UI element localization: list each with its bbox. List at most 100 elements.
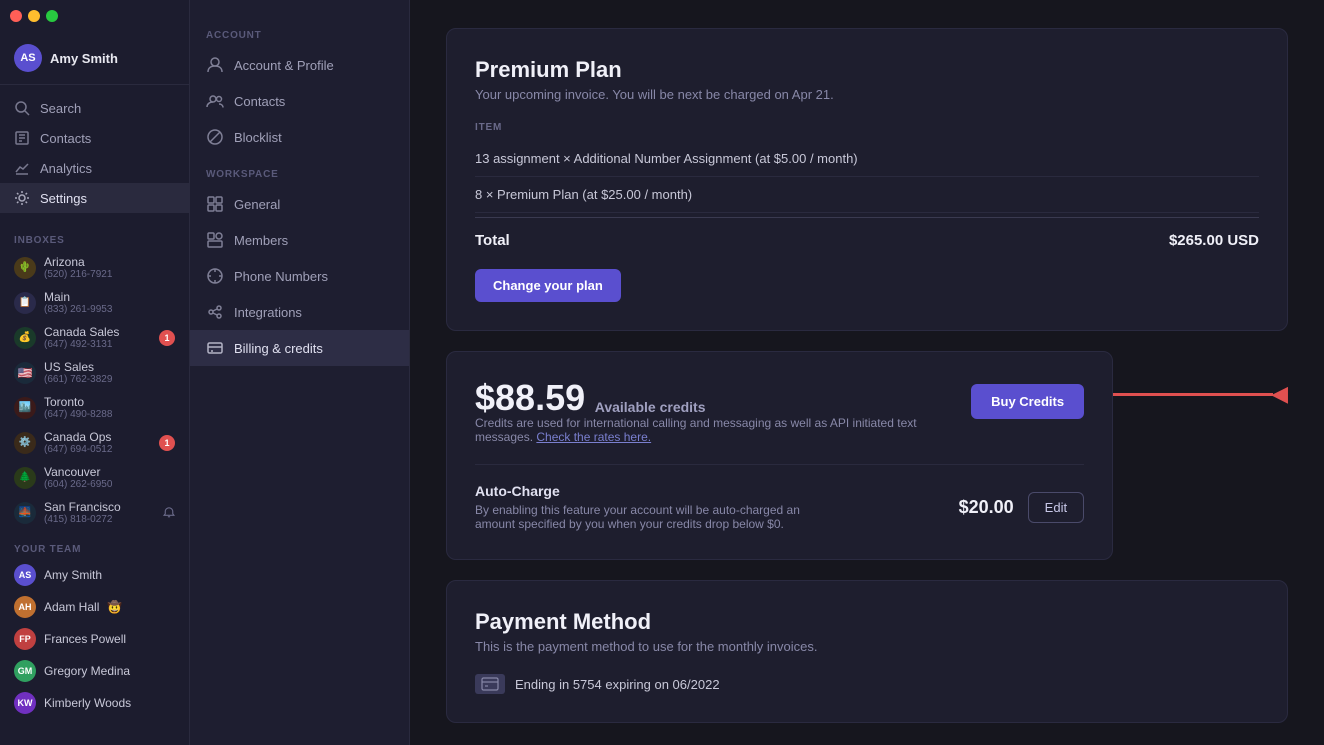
team-amy-smith[interactable]: AS Amy Smith	[0, 559, 189, 591]
username: Amy Smith	[50, 51, 118, 66]
team-kimberly-woods[interactable]: KW Kimberly Woods	[0, 687, 189, 719]
sidebar-item-analytics[interactable]: Analytics	[0, 153, 189, 183]
inbox-icon-toronto: 🏙️	[14, 397, 36, 419]
sidebar-item-contacts[interactable]: Contacts	[0, 123, 189, 153]
payment-method-card: Payment Method This is the payment metho…	[446, 580, 1288, 723]
auto-charge-title: Auto-Charge	[475, 483, 835, 499]
search-icon	[14, 100, 30, 116]
arrow-annotation: ◀	[1113, 351, 1288, 405]
item-column-header: ITEM	[475, 122, 1259, 133]
inbox-canada-sales[interactable]: 💰 Canada Sales (647) 492-3131 1	[0, 320, 189, 355]
edit-auto-charge-button[interactable]: Edit	[1028, 492, 1084, 523]
nav-billing[interactable]: Billing & credits	[190, 330, 409, 366]
line-item-1: 13 assignment × Additional Number Assign…	[475, 141, 1259, 177]
arrow-line	[1113, 393, 1273, 396]
auto-charge-right: $20.00 Edit	[959, 492, 1084, 523]
inbox-icon-us-sales: 🇺🇸	[14, 362, 36, 384]
team-frances-powell[interactable]: FP Frances Powell	[0, 623, 189, 655]
payment-card-info: Ending in 5754 expiring on 06/2022	[515, 677, 720, 692]
auto-charge-desc: By enabling this feature your account wi…	[475, 503, 835, 531]
inbox-icon-sf: 🌉	[14, 502, 36, 524]
phone-icon	[206, 267, 224, 285]
close-button[interactable]	[10, 10, 22, 22]
nav-account-profile[interactable]: Account & Profile	[190, 47, 409, 83]
user-icon	[206, 56, 224, 74]
inbox-arizona[interactable]: 🌵 Arizona (520) 216-7921	[0, 250, 189, 285]
nav-general[interactable]: General	[190, 186, 409, 222]
credits-card: $88.59 Available credits Credits are use…	[446, 351, 1113, 560]
main-nav: Search Contacts Analytics Settings	[0, 85, 189, 221]
credit-card-icon	[475, 674, 505, 694]
credits-label: Available credits	[595, 399, 706, 415]
avatar-kimberly: KW	[14, 692, 36, 714]
contacts2-icon	[206, 92, 224, 110]
settings-icon	[14, 190, 30, 206]
credits-section: $88.59 Available credits Credits are use…	[446, 351, 1288, 580]
inbox-icon-main: 📋	[14, 292, 36, 314]
arrow-head: ◀	[1271, 383, 1288, 405]
inbox-main[interactable]: 📋 Main (833) 261-9953	[0, 285, 189, 320]
avatar: AS	[14, 44, 42, 72]
plan-title: Premium Plan	[475, 57, 1259, 83]
payment-title: Payment Method	[475, 609, 1259, 635]
block-icon	[206, 128, 224, 146]
middle-nav: Account Account & Profile Contacts Block…	[190, 0, 410, 745]
inbox-canada-ops[interactable]: ⚙️ Canada Ops (647) 694-0512 1	[0, 425, 189, 460]
maximize-button[interactable]	[46, 10, 58, 22]
badge-canada-ops: 1	[159, 435, 175, 451]
bell-icon	[163, 507, 175, 519]
nav-blocklist[interactable]: Blocklist	[190, 119, 409, 155]
grid-icon	[206, 195, 224, 213]
inbox-vancouver[interactable]: 🌲 Vancouver (604) 262-6950	[0, 460, 189, 495]
total-label: Total	[475, 232, 510, 249]
nav-phone-numbers[interactable]: Phone Numbers	[190, 258, 409, 294]
auto-charge-amount: $20.00	[959, 497, 1014, 518]
team-gregory-medina[interactable]: GM Gregory Medina	[0, 655, 189, 687]
window-controls	[10, 10, 58, 22]
inbox-san-francisco[interactable]: 🌉 San Francisco (415) 818-0272	[0, 495, 189, 530]
members-icon	[206, 231, 224, 249]
avatar-amy: AS	[14, 564, 36, 586]
contacts-icon	[14, 130, 30, 146]
left-sidebar: AS Amy Smith Search Contacts Analytics S…	[0, 0, 190, 745]
nav-integrations[interactable]: Integrations	[190, 294, 409, 330]
payment-row: Ending in 5754 expiring on 06/2022	[475, 670, 1259, 694]
inbox-icon-vancouver: 🌲	[14, 467, 36, 489]
sidebar-item-search[interactable]: Search	[0, 93, 189, 123]
inbox-icon-canada-ops: ⚙️	[14, 432, 36, 454]
nav-members[interactable]: Members	[190, 222, 409, 258]
main-content: Premium Plan Your upcoming invoice. You …	[410, 0, 1324, 745]
billing-icon	[206, 339, 224, 357]
team-label: Your team	[0, 530, 189, 559]
auto-charge-section: Auto-Charge By enabling this feature you…	[475, 464, 1084, 531]
account-section-label: Account	[190, 16, 409, 47]
credits-rate-link[interactable]: Check the rates here.	[536, 430, 651, 444]
premium-plan-card: Premium Plan Your upcoming invoice. You …	[446, 28, 1288, 331]
sidebar-scroll: Inboxes 🌵 Arizona (520) 216-7921 📋 Main …	[0, 221, 189, 745]
payment-desc: This is the payment method to use for th…	[475, 639, 1259, 654]
nav-contacts[interactable]: Contacts	[190, 83, 409, 119]
inboxes-label: Inboxes	[0, 221, 189, 250]
inbox-us-sales[interactable]: 🇺🇸 US Sales (661) 762-3829	[0, 355, 189, 390]
credits-top: $88.59 Available credits Credits are use…	[475, 380, 1084, 448]
integrations-icon	[206, 303, 224, 321]
inbox-icon-canada-sales: 💰	[14, 327, 36, 349]
minimize-button[interactable]	[28, 10, 40, 22]
user-header[interactable]: AS Amy Smith	[0, 32, 189, 85]
avatar-frances: FP	[14, 628, 36, 650]
badge-canada-sales: 1	[159, 330, 175, 346]
credits-amount: $88.59	[475, 377, 585, 418]
inbox-icon-arizona: 🌵	[14, 257, 36, 279]
total-amount: $265.00 USD	[1169, 232, 1259, 249]
total-row: Total $265.00 USD	[475, 217, 1259, 269]
change-plan-button[interactable]: Change your plan	[475, 269, 621, 302]
sidebar-item-settings[interactable]: Settings	[0, 183, 189, 213]
plan-subtitle: Your upcoming invoice. You will be next …	[475, 87, 1259, 102]
buy-credits-button[interactable]: Buy Credits	[971, 384, 1084, 419]
avatar-adam: AH	[14, 596, 36, 618]
line-item-2: 8 × Premium Plan (at $25.00 / month)	[475, 177, 1259, 213]
team-adam-hall[interactable]: AH Adam Hall 🤠	[0, 591, 189, 623]
workspace-section-label: Workspace	[190, 155, 409, 186]
inbox-toronto[interactable]: 🏙️ Toronto (647) 490-8288	[0, 390, 189, 425]
analytics-icon	[14, 160, 30, 176]
